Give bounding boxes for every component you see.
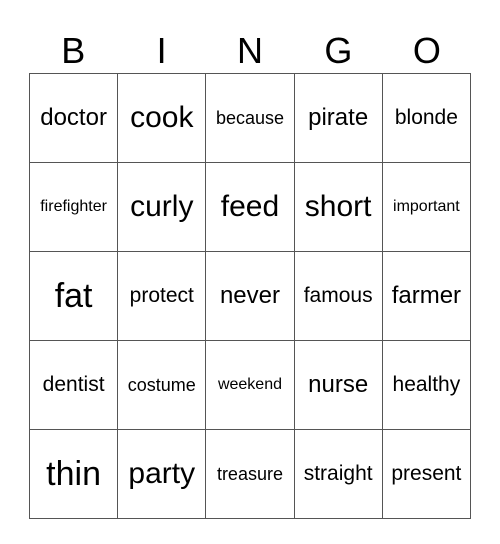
bingo-header: B I N G O [29, 30, 471, 72]
card-cell[interactable]: nurse [293, 340, 383, 430]
card-cell[interactable]: important [381, 162, 472, 252]
card-row: firefighter curly feed short important [28, 162, 472, 252]
card-cell[interactable]: doctor [28, 73, 119, 163]
card-cell[interactable]: party [117, 429, 207, 519]
card-cell[interactable]: fat [28, 251, 119, 341]
header-letter-o: O [412, 30, 441, 71]
card-cell[interactable]: pirate [293, 73, 383, 163]
card-cell[interactable]: thin [28, 429, 119, 519]
card-cell[interactable]: dentist [28, 340, 119, 430]
card-cell[interactable]: straight [293, 429, 383, 519]
card-cell[interactable]: protect [117, 251, 207, 341]
card-cell[interactable]: because [205, 73, 295, 163]
card-cell[interactable]: short [293, 162, 383, 252]
card-cell[interactable]: costume [117, 340, 207, 430]
bingo-card: doctor cook because pirate blonde firefi… [28, 73, 472, 519]
card-cell[interactable]: feed [205, 162, 295, 252]
card-cell[interactable]: blonde [381, 73, 472, 163]
card-cell[interactable]: curly [117, 162, 207, 252]
card-row: fat protect never famous farmer [28, 251, 472, 341]
header-letter-b: B [61, 30, 86, 71]
card-cell[interactable]: farmer [381, 251, 472, 341]
card-row: dentist costume weekend nurse healthy [28, 340, 472, 430]
header-letter-n: N [237, 30, 264, 71]
card-cell[interactable]: healthy [381, 340, 472, 430]
header-letter-i: I [156, 30, 167, 71]
card-row: thin party treasure straight present [28, 429, 472, 519]
card-cell[interactable]: weekend [205, 340, 295, 430]
card-cell[interactable]: famous [293, 251, 383, 341]
card-cell[interactable]: firefighter [28, 162, 119, 252]
header-letter-g: G [324, 30, 353, 71]
card-cell[interactable]: never [205, 251, 295, 341]
card-cell[interactable]: cook [117, 73, 207, 163]
card-row: doctor cook because pirate blonde [28, 73, 472, 163]
card-cell[interactable]: present [381, 429, 472, 519]
card-cell[interactable]: treasure [205, 429, 295, 519]
